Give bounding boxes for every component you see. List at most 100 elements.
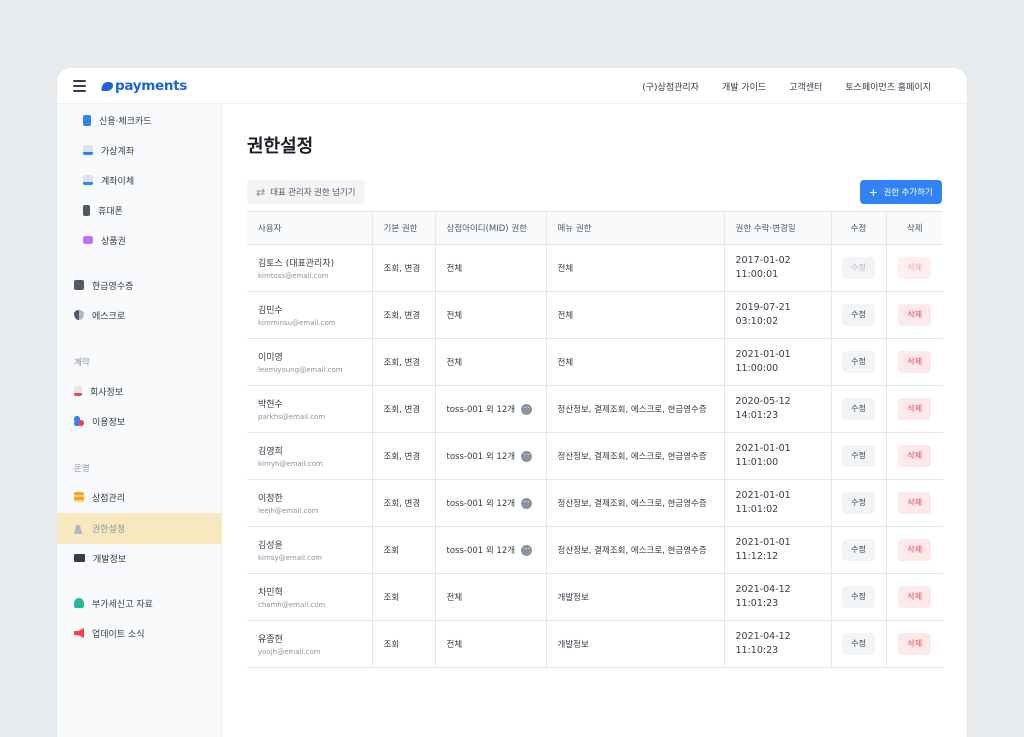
menu-permission-cell: 전체 (545, 338, 724, 386)
table-row: 김성윤 kimsy@email.com 조회 toss-001 외 12개 ··· 정산정… (247, 526, 943, 574)
delete-button[interactable]: 삭제 (898, 351, 932, 373)
user-name: 김토스 (대표관리자) (258, 259, 335, 269)
sidebar-item-updates[interactable]: 업데이트 소식 (57, 618, 222, 648)
user-cell: 김영희 kimyh@email.com (247, 432, 372, 480)
mid-permission-cell: 전체 (434, 244, 546, 292)
basic-permission-cell: 조회, 변경 (371, 385, 435, 433)
sidebar-item-label: 개발정보 (93, 554, 127, 565)
table-header-row: 사용자 기본 권한 상점아이디(MID) 권한 메뉴 권한 권한 수락·변경일 … (247, 211, 943, 245)
accept-time: 11:01:23 (735, 598, 779, 609)
sidebar-item-cash-receipt[interactable]: 현금영수증 (57, 270, 222, 300)
accept-date: 2017-01-02 (735, 254, 791, 266)
accept-date: 2021-01-01 (735, 348, 791, 360)
table-row: 이정한 leejh@email.com 조회, 변경 toss-001 외 12개 ··… (247, 479, 943, 527)
accept-date: 2021-01-01 (735, 489, 791, 501)
sidebar-item-gift-card[interactable]: 상품권 (57, 225, 222, 255)
edit-cell: 수정 (830, 432, 886, 480)
megaphone-icon (74, 628, 84, 638)
accept-time: 11:01:02 (735, 504, 779, 515)
date-cell: 2021-01-01 11:12:12 (723, 526, 831, 574)
column-header-date: 권한 수락·변경일 (723, 211, 831, 245)
date-cell: 2021-01-01 11:01:00 (723, 432, 831, 480)
sidebar-item-mobile[interactable]: 휴대폰 (57, 195, 222, 225)
user-name: 김영희 (258, 447, 283, 457)
edit-button[interactable]: 수정 (842, 539, 875, 561)
more-icon[interactable]: ··· (521, 451, 533, 462)
mid-permission-text: 전체 (446, 358, 463, 368)
edit-cell: 수정 (830, 291, 886, 339)
sidebar-item-permission[interactable]: 권한설정 (57, 513, 222, 544)
sidebar-item-store-management[interactable]: 상점관리 (57, 482, 222, 512)
mid-permission-text: toss-001 외 12개 (446, 499, 516, 509)
company-info-icon (74, 386, 82, 396)
accept-date: 2021-01-01 (735, 536, 791, 548)
logo-mark-icon (101, 81, 114, 91)
edit-button[interactable]: 수정 (842, 586, 875, 608)
more-icon[interactable]: ··· (521, 498, 533, 509)
edit-cell: 수정 (830, 244, 886, 292)
user-name: 박현수 (258, 400, 283, 410)
table-row: 김토스 (대표관리자) kimtoss@email.com 조회, 변경 전체 전체 20… (247, 244, 943, 292)
page-title: 권한설정 (247, 136, 314, 157)
sidebar-item-company-info[interactable]: 회사정보 (57, 376, 222, 406)
user-cell: 차민혁 chamh@email.com (247, 573, 372, 621)
delete-button[interactable]: 삭제 (898, 492, 932, 514)
user-email: chamh@email.com (258, 601, 326, 609)
sidebar-item-label: 상점관리 (92, 493, 126, 504)
sidebar-item-label: 회사정보 (90, 387, 124, 398)
basic-permission-cell: 조회 (371, 573, 435, 621)
accept-time: 11:00:00 (735, 363, 779, 374)
sidebar-item-label: 가상계좌 (101, 146, 135, 157)
sidebar-item-label: 신용·체크카드 (99, 116, 152, 127)
top-nav: (구)상점관리자 개발 가이드 고객센터 토스페이먼츠 홈페이지 (642, 68, 931, 104)
delete-cell: 삭제 (885, 526, 943, 574)
sidebar-item-bank-transfer[interactable]: 계좌이체 (57, 165, 222, 195)
delete-button[interactable]: 삭제 (898, 586, 932, 608)
menu-permission-cell: 정산정보, 결제조회, 에스크로, 현금영수증 (545, 479, 724, 527)
sidebar-item-dev-info[interactable]: 개발정보 (57, 543, 222, 573)
sidebar-item-vat-report[interactable]: 부가세신고 자료 (57, 588, 222, 618)
edit-button[interactable]: 수정 (842, 445, 875, 467)
menu-permission-cell: 개발정보 (545, 573, 724, 621)
edit-button[interactable]: 수정 (842, 492, 875, 514)
transfer-owner-button[interactable]: ⇄ 대표 관리자 권한 넘기기 (247, 180, 365, 204)
delete-button[interactable]: 삭제 (898, 398, 932, 420)
menu-icon[interactable] (73, 80, 86, 92)
nav-legacy-admin[interactable]: (구)상점관리자 (642, 80, 699, 93)
accept-time: 11:00:01 (735, 269, 779, 280)
nav-homepage[interactable]: 토스페이먼츠 홈페이지 (845, 80, 931, 93)
sidebar-item-escrow[interactable]: 에스크로 (57, 300, 222, 330)
accept-date: 2021-01-01 (735, 442, 791, 454)
user-email: parkhs@email.com (258, 413, 326, 421)
menu-permission-cell: 정산정보, 결제조회, 에스크로, 현금영수증 (545, 385, 724, 433)
nav-customer-center[interactable]: 고객센터 (789, 80, 822, 93)
edit-button[interactable]: 수정 (842, 304, 875, 326)
delete-button[interactable]: 삭제 (898, 539, 932, 561)
nav-dev-guide[interactable]: 개발 가이드 (722, 80, 766, 93)
edit-button[interactable]: 수정 (842, 351, 875, 373)
usage-info-icon (74, 416, 84, 426)
edit-cell: 수정 (830, 338, 886, 386)
sidebar-item-virtual-account[interactable]: 가상계좌 (57, 135, 222, 165)
edit-button[interactable]: 수정 (842, 398, 875, 420)
sidebar-section-operation: 운영 (74, 464, 90, 474)
delete-button[interactable]: 삭제 (898, 304, 932, 326)
mid-permission-text: toss-001 외 12개 (446, 452, 516, 462)
more-icon[interactable]: ··· (521, 545, 533, 556)
add-permission-button[interactable]: + 권한 추가하기 (860, 180, 942, 204)
edit-button[interactable]: 수정 (842, 633, 875, 655)
mid-permission-cell: 전체 (434, 620, 546, 668)
swap-arrows-icon: ⇄ (256, 186, 266, 199)
delete-button[interactable]: 삭제 (898, 445, 932, 467)
plus-icon: + (869, 184, 878, 200)
user-cell: 박현수 parkhs@email.com (247, 385, 372, 433)
logo[interactable]: payments (101, 78, 187, 94)
delete-button: 삭제 (898, 257, 932, 279)
delete-button[interactable]: 삭제 (898, 633, 932, 655)
sidebar-item-label: 상품권 (101, 236, 126, 247)
date-cell: 2021-04-12 11:01:23 (723, 573, 831, 621)
sidebar-item-usage-info[interactable]: 이용정보 (57, 406, 222, 436)
sidebar-item-label: 업데이트 소식 (92, 629, 145, 640)
more-icon[interactable]: ··· (521, 404, 533, 415)
sidebar-item-card[interactable]: 신용·체크카드 (57, 105, 222, 135)
